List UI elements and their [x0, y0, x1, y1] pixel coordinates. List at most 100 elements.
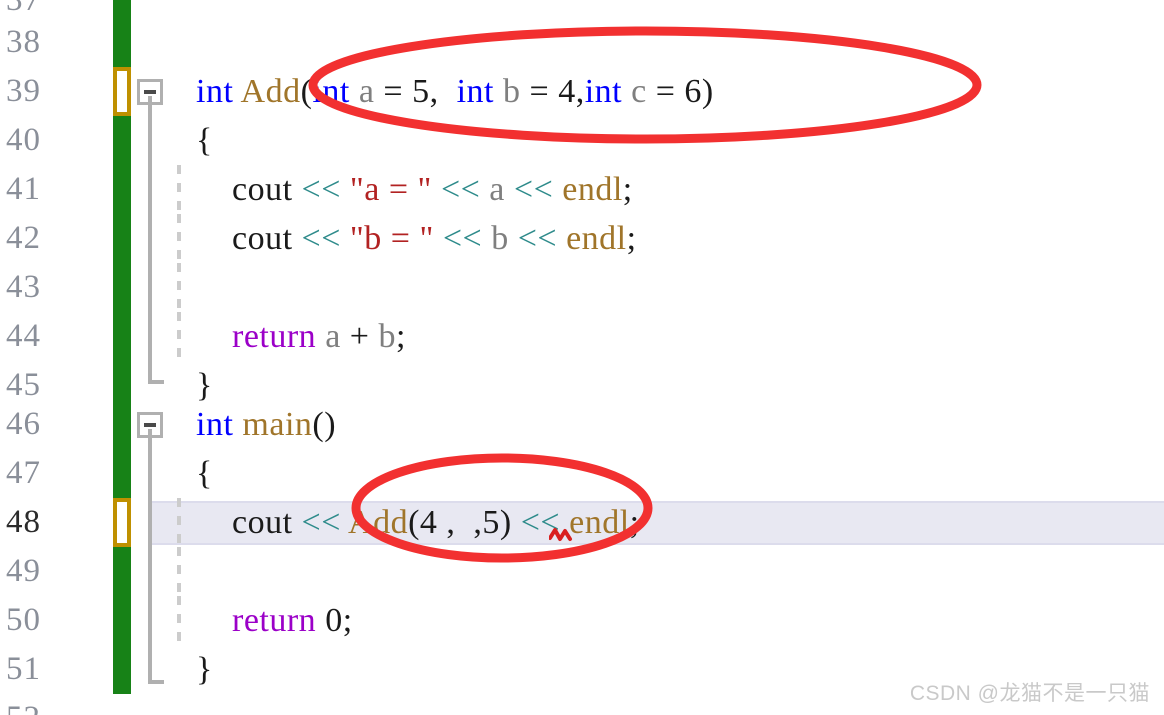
token-punct: (	[300, 73, 313, 110]
fold-guide-add-elbow	[148, 380, 164, 384]
token-punct: cout	[196, 171, 302, 208]
fold-guide-main-elbow	[148, 680, 164, 684]
watermark: CSDN @龙猫不是一只猫	[909, 682, 1150, 705]
token-punct: =	[374, 73, 413, 110]
token-punct: }	[196, 651, 213, 688]
code-line-text[interactable]: cout << "a = " << a << endl;	[196, 165, 633, 214]
token-punct	[432, 171, 441, 208]
line-number: 38	[6, 24, 41, 60]
code-line-text[interactable]: int Add(int a = 5, int b = 4,int c = 6)	[196, 67, 714, 116]
token-punct	[622, 73, 631, 110]
line-number: 43	[6, 269, 41, 305]
code-line-text[interactable]: {	[196, 116, 213, 165]
line-number: 50	[6, 602, 41, 638]
token-ident: a	[489, 171, 505, 208]
token-op: <<	[513, 171, 554, 208]
token-endl: endl	[566, 220, 627, 257]
fold-guide-main	[148, 429, 152, 684]
indent-guide	[177, 312, 181, 361]
token-punct: }	[196, 367, 213, 404]
token-kw: int	[456, 73, 495, 110]
token-punct	[196, 602, 232, 639]
token-punct: =	[520, 73, 559, 110]
code-line-row[interactable]: 38	[0, 18, 1164, 67]
indent-guide	[177, 165, 181, 214]
indent-guide	[177, 596, 181, 645]
token-num: 0	[325, 602, 343, 639]
token-kw: int	[196, 406, 234, 443]
token-fn: Add	[240, 73, 301, 110]
line-number: 41	[6, 171, 41, 207]
line-number: 49	[6, 553, 41, 589]
token-endl: endl	[562, 171, 623, 208]
token-punct	[341, 504, 348, 541]
line-number: 40	[6, 122, 41, 158]
token-op: <<	[442, 220, 483, 257]
fold-guide-add	[148, 96, 152, 384]
token-punct	[316, 318, 325, 355]
code-line-text[interactable]: }	[196, 645, 213, 694]
indent-guide	[177, 263, 181, 312]
token-punct: )	[701, 73, 714, 110]
token-punct	[233, 73, 240, 110]
code-line-row[interactable]: 41 cout << "a = " << a << endl;	[0, 165, 1164, 214]
token-num: 4	[419, 504, 438, 541]
token-punct	[350, 73, 359, 110]
token-punct: cout	[196, 504, 302, 541]
token-punct: (	[408, 504, 420, 541]
code-line-row[interactable]: 40 {	[0, 116, 1164, 165]
code-line-text[interactable]: return a + b;	[196, 312, 406, 361]
token-ident: b	[378, 318, 396, 355]
line-number: 39	[6, 73, 41, 109]
indent-guide	[177, 498, 181, 547]
token-str: "a = "	[349, 171, 432, 208]
code-line-row[interactable]: 43	[0, 263, 1164, 312]
code-line-row[interactable]: 49	[0, 547, 1164, 596]
token-punct: ;	[395, 318, 406, 355]
line-number: 44	[6, 318, 41, 354]
code-line-row[interactable]: 50 return 0;	[0, 596, 1164, 645]
code-line-text[interactable]: int main()	[196, 400, 336, 449]
token-punct	[341, 220, 350, 257]
token-punct: {	[196, 455, 213, 492]
token-num: 5	[482, 504, 500, 541]
token-punct: ;	[622, 171, 633, 208]
token-num: 4	[558, 73, 576, 110]
code-line-row[interactable]: 46 int main()	[0, 400, 1164, 449]
token-punct: ;	[342, 602, 353, 639]
line-number: 42	[6, 220, 41, 256]
token-punct	[341, 171, 350, 208]
token-punct	[509, 220, 518, 257]
code-line-row[interactable]: 47 {	[0, 449, 1164, 498]
token-punct	[482, 220, 491, 257]
token-fn: main	[242, 406, 313, 443]
token-punct	[494, 73, 503, 110]
token-ident: b	[503, 73, 521, 110]
token-str: "b = "	[349, 220, 434, 257]
code-editor[interactable]: 37 38 39 int Add(int a = 5, int b = 4,int c…	[0, 0, 1164, 715]
token-punct: ()	[312, 406, 337, 443]
change-bar-unsaved	[113, 67, 131, 116]
token-punct: , ,	[437, 504, 483, 541]
token-punct	[434, 220, 443, 257]
code-line-text[interactable]: return 0;	[196, 596, 353, 645]
code-line-text[interactable]: {	[196, 449, 213, 498]
token-op: <<	[301, 220, 341, 257]
code-lines-container[interactable]: 37 38 39 int Add(int a = 5, int b = 4,int c…	[0, 0, 1164, 715]
code-line-row[interactable]: 42 cout << "b = " << b << endl;	[0, 214, 1164, 263]
line-number: 52	[0, 694, 96, 715]
token-punct	[316, 602, 325, 639]
token-punct	[512, 504, 521, 541]
token-punct: ;	[626, 220, 637, 257]
code-line-row[interactable]: 44 return a + b;	[0, 312, 1164, 361]
token-punct: ,	[429, 73, 457, 110]
line-number: 46	[6, 406, 41, 442]
indent-guide	[177, 547, 181, 596]
code-line-text[interactable]: cout << "b = " << b << endl;	[196, 214, 637, 263]
line-number: 47	[6, 455, 41, 491]
token-ident: b	[491, 220, 509, 257]
code-line-row[interactable]: 39 int Add(int a = 5, int b = 4,int c = 6…	[0, 67, 1164, 116]
code-line-row[interactable]: 48 cout << Add(4 , ,5) << endl;	[0, 498, 1164, 547]
token-punct	[553, 171, 562, 208]
token-punct	[505, 171, 514, 208]
